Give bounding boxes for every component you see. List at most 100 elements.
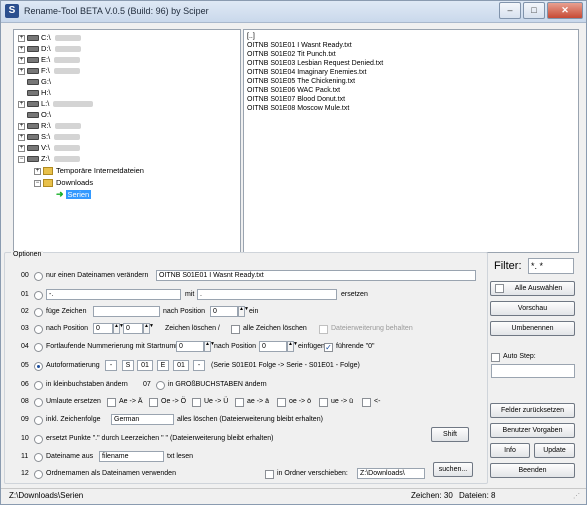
folder-tree[interactable]: + C:\ + D:\ + E:\ + F:\ G:\ H:\ + L:\ O:\ + R:… [13,29,241,253]
read-from-file-input[interactable]: filename [99,451,164,462]
preview-button[interactable]: Vorschau [490,301,575,316]
tree-drive-o[interactable]: O:\ [27,109,51,120]
tree-folder-downloads[interactable]: − Downloads [34,177,93,188]
insert-position-spinner[interactable]: ▲▼ [238,306,249,317]
umlaut-ae-upper-checkbox[interactable] [107,398,116,407]
numbering-position-input[interactable]: 0 [259,341,287,352]
autoformat-sep1-input[interactable]: - [105,360,117,371]
tree-drive-z[interactable]: − Z:\ [18,153,80,164]
radio-dots-to-spaces[interactable] [34,435,43,444]
delete-count-input[interactable]: 0 [123,323,143,334]
umlaut-reverse-checkbox[interactable] [362,398,371,407]
numbering-position-spinner[interactable]: ▲▼ [287,341,298,352]
filter-input[interactable]: *. * [528,258,574,274]
collapse-icon[interactable]: − [18,155,25,163]
file-item[interactable]: OITNB S01E02 Tit Punch.txt [247,50,336,59]
autoformat-sep2-input[interactable]: - [193,360,205,371]
umlaut-ue-upper-checkbox[interactable] [192,398,201,407]
delete-position-input[interactable]: 0 [93,323,113,334]
auto-step-input[interactable] [491,364,575,378]
file-item[interactable]: OITNB S01E08 Moscow Mule.txt [247,104,349,113]
radio-single-file[interactable] [34,272,43,281]
insert-chars-input[interactable] [93,306,160,317]
autoformat-season-input[interactable]: 01 [137,360,153,371]
reset-fields-button[interactable]: Felder zurücksetzen [490,403,575,418]
replace-find-input[interactable]: -. [46,289,181,300]
file-item[interactable]: [..] [247,32,255,41]
expand-icon[interactable]: + [18,122,25,130]
remove-string-input[interactable]: German [111,414,174,425]
tree-drive-s[interactable]: + S:\ [18,131,81,142]
radio-uppercase[interactable] [156,381,165,390]
tree-drive-r[interactable]: + R:\ [18,120,81,131]
tree-drive-d[interactable]: + D:\ [18,43,81,54]
delete-all-checkbox[interactable] [231,325,240,334]
autoformat-episode-input[interactable]: 01 [173,360,189,371]
select-all-checkbox[interactable] [495,284,504,293]
replace-with-input[interactable]: . [197,289,337,300]
single-file-input[interactable]: OITNB S01E01 I Wasnt Ready.txt [156,270,476,281]
expand-icon[interactable]: + [18,144,25,152]
umlaut-oe-lower-checkbox[interactable] [277,398,286,407]
expand-icon[interactable]: + [18,100,25,108]
tree-drive-l[interactable]: + L:\ [18,98,94,109]
start-number-input[interactable]: 0 [176,341,204,352]
select-all-button[interactable]: Alle Auswählen [490,281,575,296]
move-folder-input[interactable]: Z:\Downloads\ [357,468,425,479]
leading-zero-checkbox[interactable]: ✓ [324,343,333,352]
user-defaults-button[interactable]: Benutzer Vorgaben [490,423,575,438]
expand-icon[interactable]: + [18,34,25,42]
file-item[interactable]: OITNB S01E06 WAC Pack.txt [247,86,340,95]
move-to-folder-checkbox[interactable] [265,470,274,479]
autoformat-season-prefix-input[interactable]: S [122,360,134,371]
expand-icon[interactable]: + [18,133,25,141]
rename-button[interactable]: Umbenennen [490,321,575,336]
tree-folder-serien[interactable]: ➜ Serien [56,189,92,200]
radio-umlauts[interactable] [34,398,43,407]
radio-folder-name[interactable] [34,470,43,479]
file-item[interactable]: OITNB S01E07 Blood Donut.txt [247,95,345,104]
expand-icon[interactable]: + [18,56,25,64]
shift-button[interactable]: Shift [431,427,469,442]
minimize-button[interactable]: – [499,2,521,19]
quit-button[interactable]: Beenden [490,463,575,478]
radio-remove-string[interactable] [34,416,43,425]
close-button[interactable]: ✕ [547,2,583,19]
umlaut-ue-lower-checkbox[interactable] [319,398,328,407]
keep-extension-checkbox[interactable] [319,325,328,334]
radio-numbering[interactable] [34,343,43,352]
expand-icon[interactable]: + [18,67,25,75]
radio-lowercase[interactable] [34,381,43,390]
tree-drive-c[interactable]: + C:\ [18,32,81,43]
file-item[interactable]: OITNB S01E03 Lesbian Request Denied.txt [247,59,383,68]
file-list[interactable]: [..] OITNB S01E01 I Wasnt Ready.txt OITN… [243,29,579,253]
umlaut-oe-upper-checkbox[interactable] [149,398,158,407]
radio-replace[interactable] [34,291,43,300]
autoformat-episode-prefix-input[interactable]: E [157,360,169,371]
expand-icon[interactable]: + [18,45,25,53]
radio-delete-chars[interactable] [34,325,43,334]
delete-count-spinner[interactable]: ▲▼ [143,323,154,334]
search-folder-button[interactable]: suchen... [433,462,473,477]
tree-drive-v[interactable]: + V:\ [18,142,80,153]
file-item[interactable]: OITNB S01E01 I Wasnt Ready.txt [247,41,352,50]
tree-folder-temp[interactable]: + Temporäre Internetdateien [34,165,144,176]
insert-position-input[interactable]: 0 [210,306,238,317]
radio-read-from-file[interactable] [34,453,43,462]
resize-grip-icon[interactable]: ⋰ [573,492,580,502]
tree-drive-g[interactable]: G:\ [27,76,51,87]
radio-insert-chars[interactable] [34,308,43,317]
file-item[interactable]: OITNB S01E05 The Chickening.txt [247,77,355,86]
tree-drive-h[interactable]: H:\ [27,87,51,98]
update-button[interactable]: Update [534,443,575,458]
start-number-spinner[interactable]: ▲▼ [204,341,215,352]
info-button[interactable]: Info [490,443,530,458]
file-item[interactable]: OITNB S01E04 Imaginary Enemies.txt [247,68,366,77]
tree-drive-e[interactable]: + E:\ [18,54,81,65]
umlaut-ae-lower-checkbox[interactable] [235,398,244,407]
collapse-icon[interactable]: − [34,179,41,187]
expand-icon[interactable]: + [34,167,41,175]
auto-step-checkbox[interactable] [491,353,500,362]
radio-autoformat[interactable] [34,362,43,371]
maximize-button[interactable]: □ [523,2,545,19]
